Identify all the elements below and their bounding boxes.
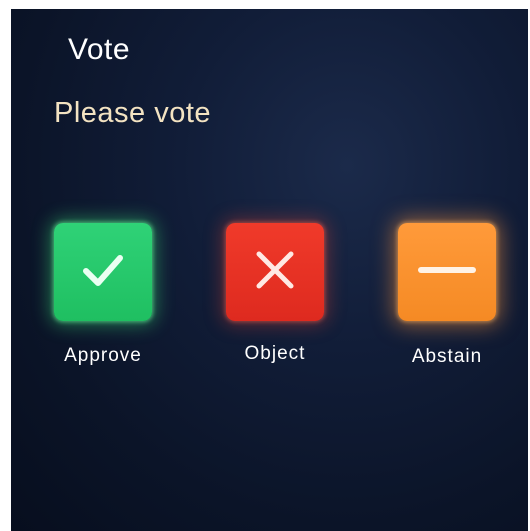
vote-prompt: Please vote (54, 97, 212, 129)
abstain-button[interactable] (398, 223, 496, 321)
object-option[interactable]: Object (215, 223, 335, 365)
object-label: Object (244, 343, 306, 364)
page-title: Vote (68, 33, 131, 66)
check-icon (76, 243, 130, 302)
minus-icon (415, 243, 479, 302)
abstain-label: Abstain (411, 346, 483, 367)
approve-button[interactable] (54, 223, 152, 321)
object-button[interactable] (226, 223, 324, 321)
abstain-option[interactable]: Abstain (387, 223, 507, 368)
approve-label: Approve (64, 345, 142, 366)
vote-screen: Vote Please vote Approve Object Abstain (11, 9, 528, 531)
approve-option[interactable]: Approve (43, 223, 163, 367)
close-icon (248, 243, 302, 302)
